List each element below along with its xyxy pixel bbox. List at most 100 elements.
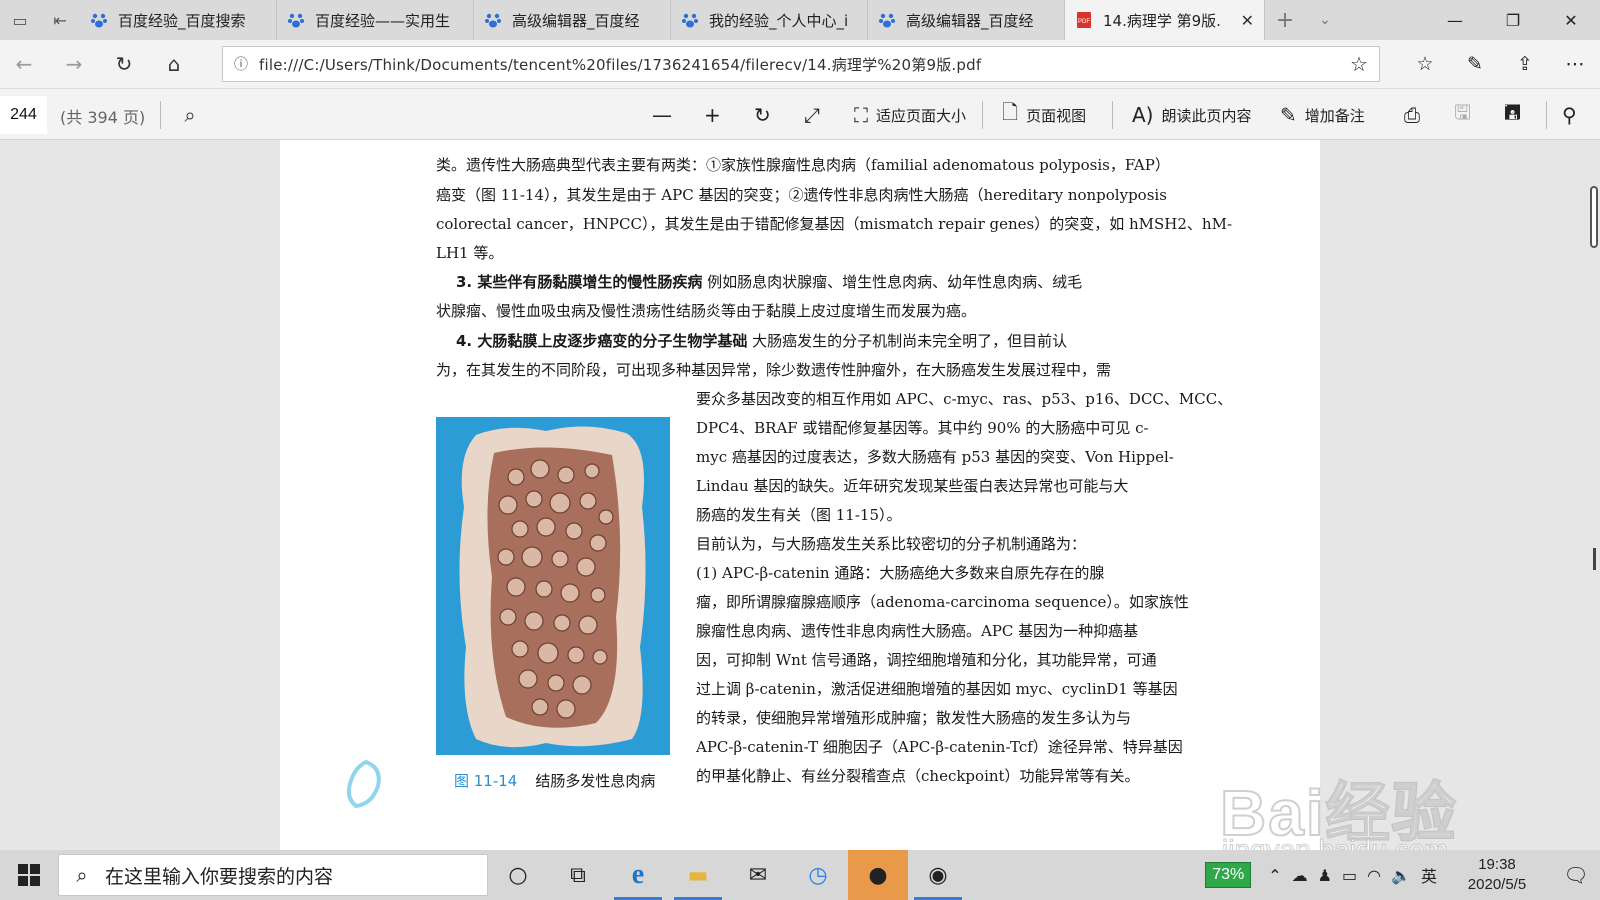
page-view-button[interactable]: 🗋 页面视图: [1002, 99, 1086, 131]
rotate-button[interactable]: ↻: [754, 99, 771, 131]
baidu-paw-icon: [485, 13, 501, 28]
print-button[interactable]: ⎙: [1404, 99, 1420, 131]
read-aloud-icon: A): [1132, 103, 1154, 127]
cortana-icon[interactable]: ○: [488, 850, 548, 900]
battery-percent[interactable]: 73%: [1205, 862, 1252, 888]
pin-toolbar-button[interactable]: ⚲: [1562, 99, 1577, 131]
window-controls: — ❐ ✕: [1426, 0, 1600, 40]
pdf-toolbar: (共 394 页) ⌕ — + ↻ ⤢ ⛶ 适应页面大小 🗋 页面视图 A) 朗…: [0, 88, 1600, 140]
chevron-down-icon[interactable]: ⌄: [1305, 0, 1345, 40]
tab-2[interactable]: 百度经验——实用生: [277, 0, 474, 40]
search-placeholder: 在这里输入你要搜索的内容: [105, 865, 334, 888]
share-icon[interactable]: ⇪: [1500, 40, 1550, 88]
chevron-up-icon[interactable]: ⌃: [1268, 866, 1281, 885]
item-3-heading: 3. 某些伴有肠黏膜增生的慢性肠疾病: [456, 273, 703, 291]
tab-title: 我的经验_个人中心_i: [709, 11, 849, 30]
mail-icon[interactable]: ✉: [728, 850, 788, 900]
body-line: LH1 等。: [436, 244, 504, 262]
pdf-icon: PDF: [1077, 12, 1091, 28]
restore-button[interactable]: ❐: [1484, 0, 1542, 40]
baidu-paw-icon: [91, 13, 107, 28]
battery-icon[interactable]: ▭: [1342, 866, 1357, 885]
pen-icon[interactable]: ✎: [1450, 40, 1500, 88]
windows-taskbar: ⌕ 在这里输入你要搜索的内容 ○ ⧉ e ▬ ✉ ◷ ● ◉ 73% ⌃ ☁ ♟…: [0, 850, 1600, 900]
clock[interactable]: 19:38 2020/5/5: [1452, 855, 1542, 895]
tab-title: 高级编辑器_百度经: [906, 11, 1034, 30]
refresh-button[interactable]: ↻: [100, 40, 148, 88]
page-view-label: 页面视图: [1026, 106, 1087, 125]
tab-title: 14.病理学 第9版.: [1103, 11, 1221, 30]
body-line: 的甲基化静止、有丝分裂稽查点（checkpoint）功能异常等有关。: [696, 767, 1140, 785]
minimize-button[interactable]: —: [1426, 0, 1484, 40]
media-player-icon[interactable]: ●: [848, 850, 908, 900]
favorites-icon[interactable]: ☆: [1400, 40, 1450, 88]
close-tab-icon[interactable]: ✕: [1241, 11, 1254, 30]
save-as-button[interactable]: 🖪: [1504, 99, 1521, 131]
body-line: 腺瘤性息肉病、遗传性非息肉病性大肠癌。APC 基因为一种抑癌基: [696, 622, 1139, 640]
fullscreen-button[interactable]: ⤢: [804, 99, 820, 131]
item-4-text: 大肠癌发生的分子机制尚未完全明了，但目前认: [747, 332, 1068, 350]
volume-icon[interactable]: 🔈: [1391, 866, 1411, 885]
page-number-input[interactable]: [0, 96, 47, 134]
new-tab-button[interactable]: +: [1265, 0, 1305, 40]
tab-title: 高级编辑器_百度经: [512, 11, 640, 30]
task-view-icon[interactable]: ⧉: [548, 850, 608, 900]
body-line: 为，在其发生的不同阶段，可出现多种基因异常，除少数遗传性肿瘤外，在大肠癌发生发展…: [436, 361, 1112, 379]
add-notes-label: 增加备注: [1304, 106, 1365, 125]
figure-number: 图 11-14: [454, 772, 518, 790]
edge-browser-icon[interactable]: e: [608, 850, 668, 900]
tab-5[interactable]: 高级编辑器_百度经: [868, 0, 1065, 40]
back-button[interactable]: ←: [0, 40, 48, 88]
set-tabs-aside-icon[interactable]: ⇤: [40, 0, 80, 40]
figure-title: 结肠多发性息肉病: [535, 772, 656, 790]
favorite-star-icon[interactable]: ☆: [1339, 52, 1379, 76]
cloud-icon[interactable]: ☁: [1292, 866, 1308, 885]
qq-icon[interactable]: ♟: [1318, 866, 1332, 885]
save-button[interactable]: 🖫: [1454, 99, 1471, 131]
fit-page-button[interactable]: ⛶ 适应页面大小: [854, 99, 966, 131]
body-line: 的转录，使细胞异常增殖形成肿瘤；散发性大肠癌的发生多认为与: [696, 709, 1132, 727]
baidu-paw-icon: [879, 13, 895, 28]
vertical-scrollbar[interactable]: [1586, 140, 1600, 850]
zoom-in-button[interactable]: +: [704, 99, 721, 131]
body-line: APC-β-catenin-T 细胞因子（APC-β-catenin-Tcf）途…: [696, 738, 1183, 756]
file-explorer-icon[interactable]: ▬: [668, 850, 728, 900]
forward-button[interactable]: →: [50, 40, 98, 88]
wifi-icon[interactable]: ◠: [1367, 866, 1381, 885]
start-button[interactable]: [0, 850, 58, 900]
item-4-heading: 4. 大肠黏膜上皮逐步癌变的分子生物学基础: [456, 332, 748, 350]
zoom-out-button[interactable]: —: [652, 99, 672, 131]
ime-indicator[interactable]: 英: [1421, 863, 1437, 887]
more-menu-icon[interactable]: ⋯: [1550, 40, 1600, 88]
document-viewport[interactable]: 类。遗传性大肠癌典型代表主要有两类：①家族性腺瘤性息肉病（familial ad…: [0, 140, 1600, 850]
figure-caption: 图 11-14 结肠多发性息肉病: [454, 770, 655, 791]
game-app-icon[interactable]: ◉: [908, 850, 968, 900]
info-icon[interactable]: ⓘ: [223, 54, 259, 74]
body-line: 要众多基因改变的相互作用如 APC、c-myc、ras、p53、p16、DCC、…: [696, 390, 1233, 408]
read-aloud-button[interactable]: A) 朗读此页内容: [1132, 99, 1252, 131]
tab-title: 百度经验——实用生: [315, 11, 451, 30]
add-notes-button[interactable]: ✎ 增加备注: [1280, 99, 1365, 131]
body-line: myc 癌基因的过度表达，多数大肠癌有 p53 基因的突变、Von Hippel…: [696, 448, 1174, 466]
search-icon[interactable]: ⌕: [176, 101, 204, 129]
fit-page-label: 适应页面大小: [876, 106, 967, 125]
tab-3[interactable]: 高级编辑器_百度经: [474, 0, 671, 40]
body-line: (1) APC-β-catenin 通路：大肠癌绝大多数来自原先存在的腺: [696, 564, 1105, 582]
system-tray: 73% ⌃ ☁ ♟ ▭ ◠ 🔈 英 19:38 2020/5/5 🗨: [1205, 850, 1600, 900]
tab-1[interactable]: 百度经验_百度搜索: [80, 0, 277, 40]
minus-icon: —: [652, 103, 672, 127]
clock-app-icon[interactable]: ◷: [788, 850, 848, 900]
scroll-thumb[interactable]: [1590, 186, 1598, 248]
tab-active-pdf[interactable]: PDF 14.病理学 第9版. ✕: [1065, 0, 1265, 40]
taskbar-search-input[interactable]: ⌕ 在这里输入你要搜索的内容: [58, 854, 488, 896]
item-3: 3. 某些伴有肠黏膜增生的慢性肠疾病 例如肠息肉状腺瘤、增生性息肉病、幼年性息肉…: [456, 271, 1082, 292]
fit-page-icon: ⛶: [854, 103, 868, 127]
page-view-icon: 🗋: [1002, 100, 1019, 124]
tab-4[interactable]: 我的经验_个人中心_i: [671, 0, 868, 40]
home-button[interactable]: ⌂: [150, 40, 198, 88]
url-field[interactable]: ⓘ file:///C:/Users/Think/Documents/tence…: [222, 46, 1380, 82]
tab-preview-icon[interactable]: ▭: [0, 0, 40, 40]
notification-icon[interactable]: 🗨: [1552, 863, 1600, 887]
browser-tools: ☆ ✎ ⇪ ⋯: [1400, 40, 1600, 88]
close-window-button[interactable]: ✕: [1542, 0, 1600, 40]
